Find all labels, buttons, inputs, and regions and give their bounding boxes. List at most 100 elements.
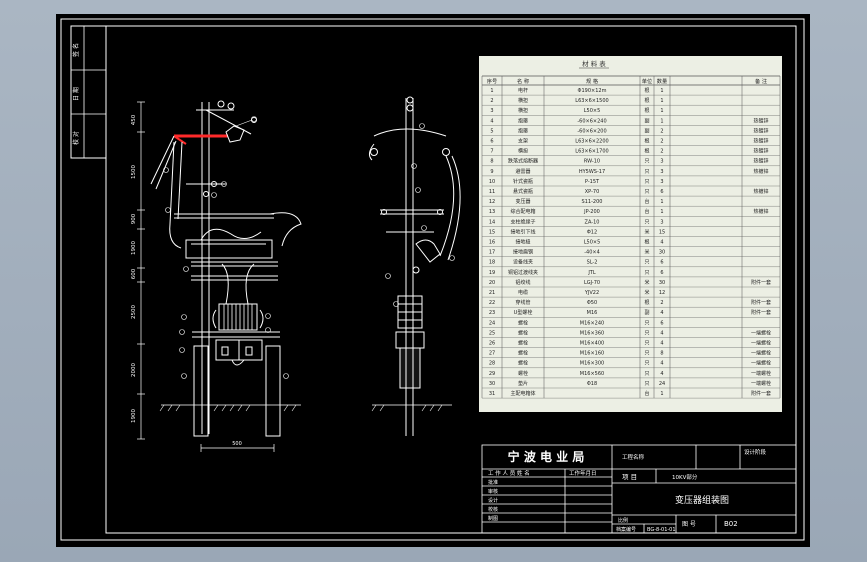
material-table-cell: 一端螺栓 <box>751 370 771 377</box>
material-table-cell: 根 <box>644 138 649 145</box>
material-table-cell: 6 <box>490 139 493 145</box>
material-table-cell: 29 <box>489 371 495 377</box>
material-table-cell: Φ50 <box>587 300 597 306</box>
approvers-header: 工 作 人 员 姓 名 <box>488 469 530 477</box>
material-table-cell: 变压器 <box>515 198 530 205</box>
material-table-cell: 4 <box>660 371 663 377</box>
material-table: 材 料 表 序号名 称规 格单位 数量备 注 1 电杆 Φ190×12m 根 12 横担 L6… <box>479 56 782 412</box>
material-table-cell: 30 <box>659 280 665 286</box>
project-label: 工程名称 <box>622 453 645 461</box>
cad-viewport: 签 名 日 期 校 对 450 1500 900 1900 600 2500 2… <box>0 0 867 562</box>
material-table-cell: 跌落式熔断器 <box>508 158 538 165</box>
material-table-cell: 热镀锌 <box>753 117 768 124</box>
material-table-cell: 1 <box>660 118 663 124</box>
material-table-cell: 3 <box>660 159 663 165</box>
transformer-body <box>218 303 258 331</box>
material-table-cell: 只 <box>644 381 649 387</box>
material-table-cell: 4 <box>660 310 663 316</box>
material-table-cell: 19 <box>489 270 495 276</box>
dim-1900a: 1900 <box>131 241 137 255</box>
drawing-sheet: 签 名 日 期 校 对 450 1500 900 1900 600 2500 2… <box>56 14 810 547</box>
material-table-cell: 2 <box>490 98 493 104</box>
material-table-cell: L50×5 <box>584 108 601 114</box>
material-table-header: 序号 <box>487 77 497 85</box>
material-table-cell: 2 <box>660 139 663 145</box>
material-table-cell: -60×6×200 <box>577 128 606 134</box>
material-table-cell: 穿线管 <box>515 299 530 306</box>
material-table-cell: 10 <box>489 179 495 185</box>
drawing-no-label: 图 号 <box>682 521 696 528</box>
material-table-cell: 抱箍 <box>518 117 528 124</box>
material-table-cell: 综合配电箱 <box>510 208 535 215</box>
material-table-cell: 电缆 <box>518 289 528 296</box>
material-table-cell: 支架 <box>518 138 528 145</box>
material-table-cell: 16 <box>489 240 495 246</box>
material-table-cell: 米 <box>644 279 649 286</box>
material-table-cell: 6 <box>660 260 663 266</box>
material-table-cell: 螺栓 <box>518 319 528 326</box>
material-table-cell: 横担 <box>518 97 528 104</box>
dim-2000: 2000 <box>131 363 137 377</box>
material-table-cell: 米 <box>644 249 649 256</box>
material-table-cell: L50×5 <box>584 240 601 246</box>
side-strip-label-2: 日 期 <box>72 87 80 101</box>
material-table-cell: 只 <box>644 189 649 195</box>
item-value: 10KV部分 <box>672 473 698 481</box>
material-table-cell: 只 <box>644 361 649 367</box>
material-table-cell: 根 <box>644 148 649 155</box>
material-table-cell: 9 <box>490 169 493 175</box>
material-table-cell: 悬式瓷瓶 <box>513 188 533 195</box>
material-table-cell: -60×6×240 <box>577 118 606 124</box>
material-table-cell: 设备线夹 <box>513 259 533 266</box>
material-table-cell: Φ18 <box>587 381 597 387</box>
material-table-cell: 只 <box>644 169 649 175</box>
material-table-cell: 28 <box>489 361 495 367</box>
material-table-cell: 只 <box>644 270 649 276</box>
code-value: BG-8-01-01 <box>647 527 676 533</box>
material-table-cell: 垫片 <box>518 380 528 387</box>
role-check: 校核 <box>488 506 498 513</box>
dim-600: 600 <box>131 268 137 279</box>
material-table-cell: 12 <box>489 199 495 205</box>
dim-1900b: 1900 <box>131 409 137 423</box>
item-label: 项 目 <box>622 473 637 481</box>
material-table-cell: 22 <box>489 300 495 306</box>
material-table-cell: 支柱绝缘子 <box>510 218 535 225</box>
material-table-cell: 铝绞线 <box>515 279 530 286</box>
material-table-cell: 6 <box>660 189 663 195</box>
material-table-cell: 25 <box>489 330 495 336</box>
drawing-canvas: 签 名 日 期 校 对 450 1500 900 1900 600 2500 2… <box>60 18 805 541</box>
material-table-cell: 只 <box>644 351 649 357</box>
material-table-cell: SL-2 <box>587 260 598 266</box>
material-table-title: 材 料 表 <box>582 59 606 68</box>
material-table-cell: 横担 <box>518 107 528 114</box>
material-table-cell: S11-200 <box>582 199 603 205</box>
dim-bottom: 500 <box>232 441 242 447</box>
material-table-cell: 7 <box>490 149 493 155</box>
material-table-cell: 根 <box>644 97 649 104</box>
material-table-cell: 26 <box>489 341 495 347</box>
side-strip: 签 名 日 期 校 对 <box>70 25 107 159</box>
material-table-cell: 一端螺栓 <box>751 329 771 336</box>
material-table-cell: XP-70 <box>585 189 600 195</box>
material-table-cell: 18 <box>489 260 495 266</box>
material-table-cell: 根 <box>644 87 649 94</box>
material-table-cell: 20 <box>489 280 495 286</box>
material-table-cell: 附件一套 <box>751 299 771 306</box>
material-table-cell: 热镀锌 <box>753 158 768 165</box>
material-table-cell: 8 <box>490 159 493 165</box>
material-table-cell: LGJ-70 <box>584 280 600 286</box>
material-table-cell: 11 <box>489 189 495 195</box>
material-table-cell: M16×560 <box>580 371 604 377</box>
material-table-cell: 13 <box>489 209 495 215</box>
material-table-cell: 24 <box>489 320 495 326</box>
material-table-cell: 2 <box>660 300 663 306</box>
material-table-cell: 主配电箱体 <box>510 390 535 397</box>
material-table-cell: 一端螺栓 <box>751 350 771 357</box>
material-table-cell: 4 <box>490 118 493 124</box>
material-table-cell: 只 <box>644 179 649 185</box>
material-table-cell: 根 <box>644 239 649 246</box>
material-table-cell: HY5WS-17 <box>579 169 605 175</box>
material-table-cell: M16×240 <box>580 320 604 326</box>
material-table-cell: 3 <box>660 169 663 175</box>
